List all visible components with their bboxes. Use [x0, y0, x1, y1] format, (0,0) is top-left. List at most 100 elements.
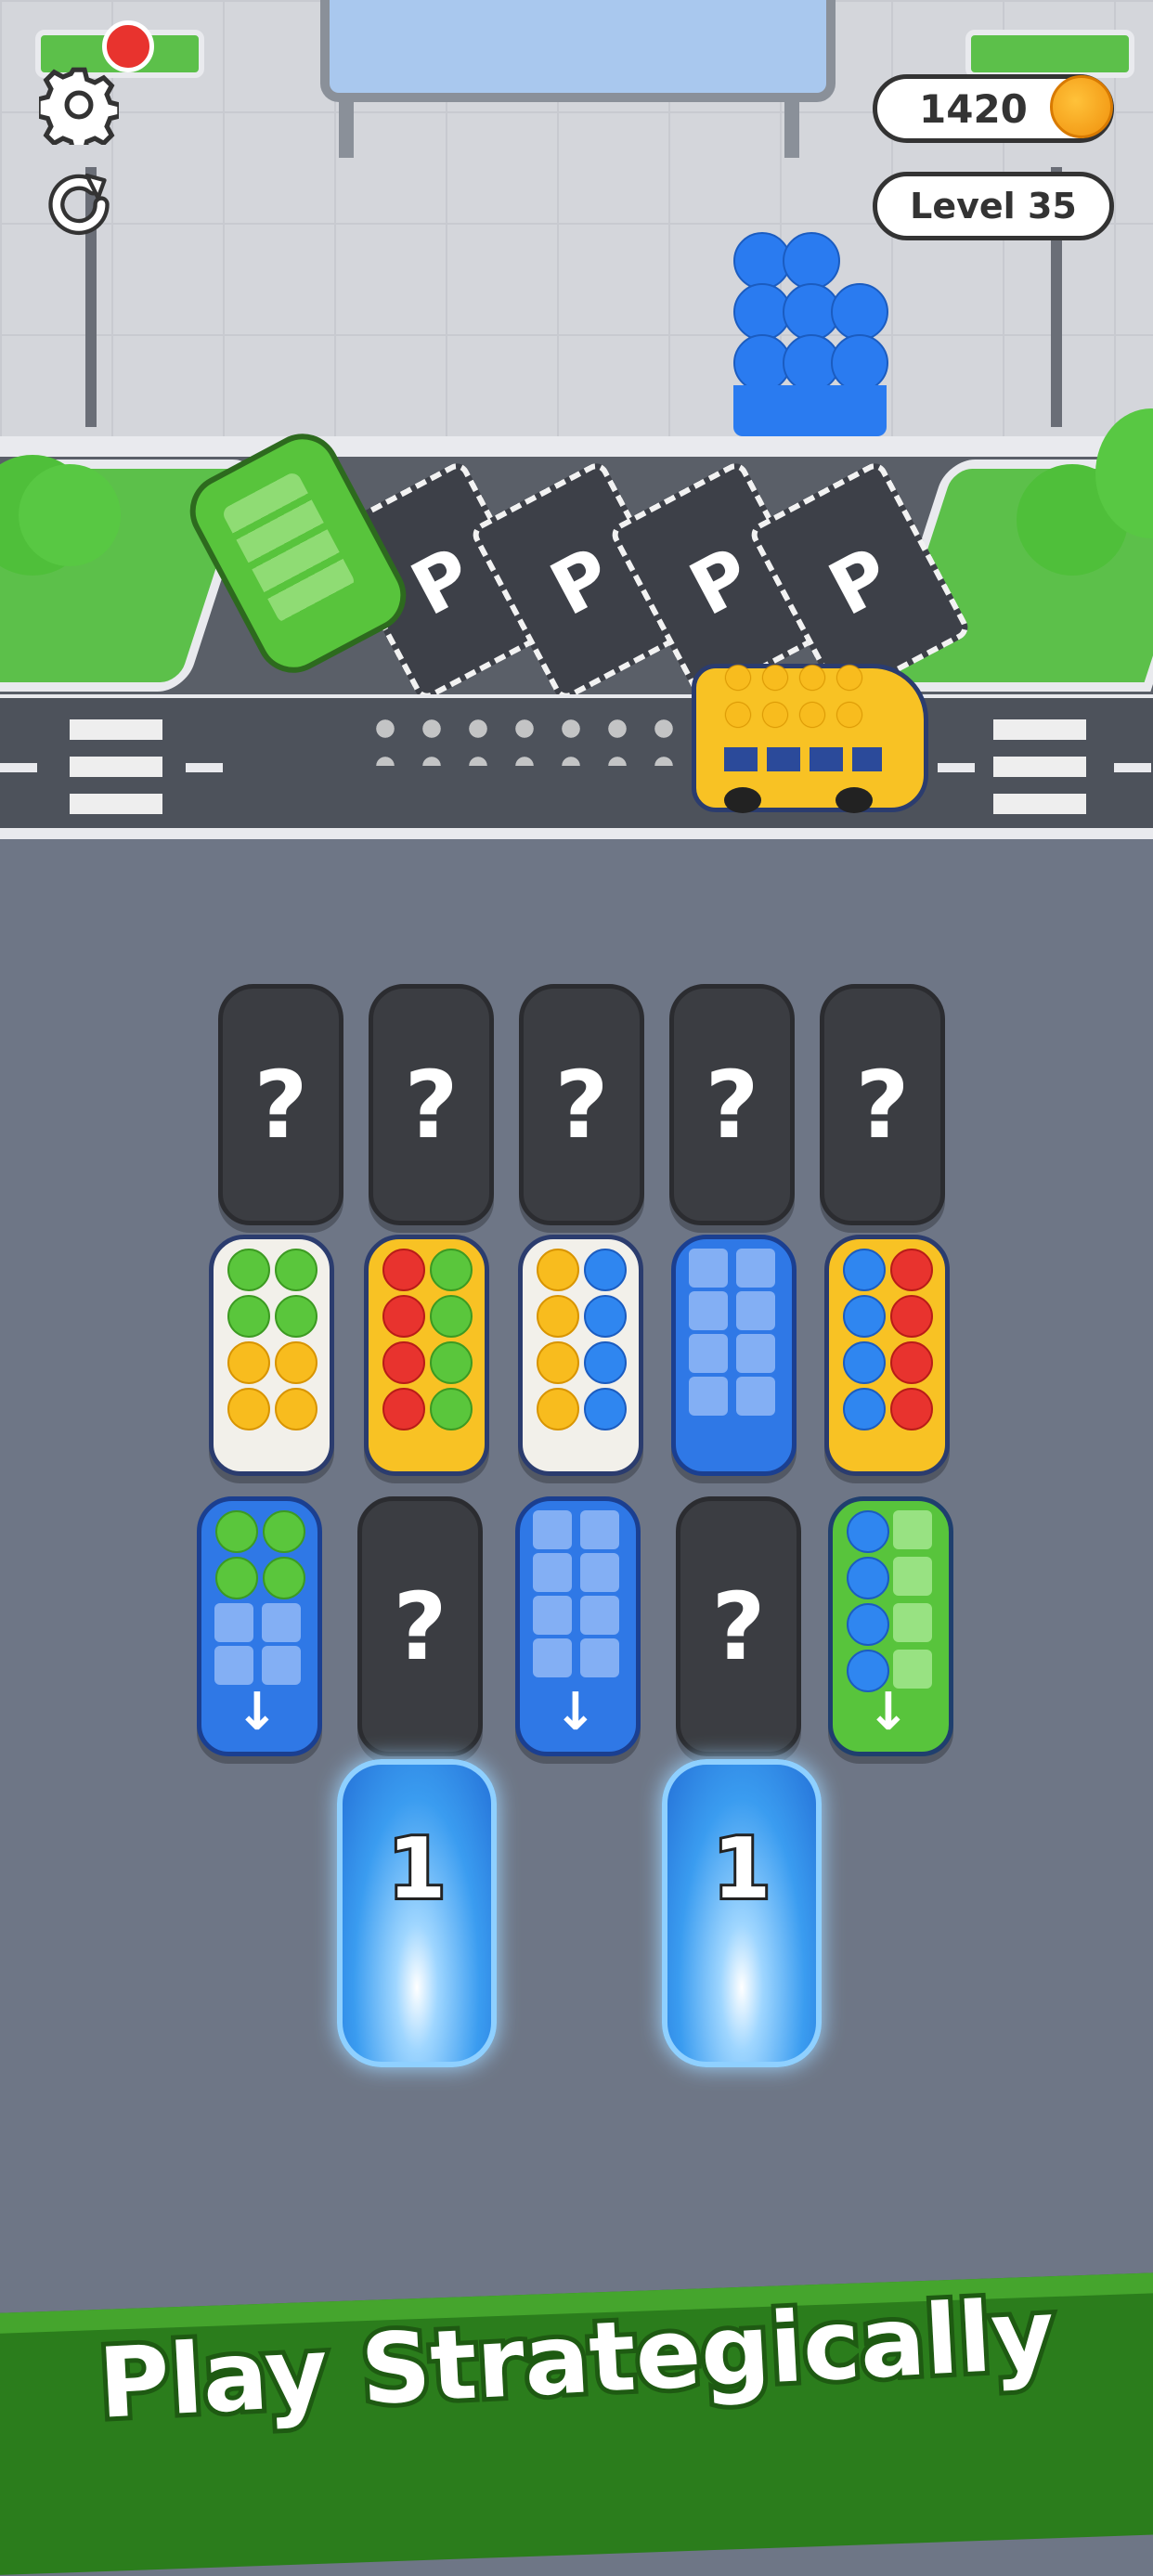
empty-seat [580, 1596, 619, 1635]
crosswalk-stripe [993, 794, 1086, 814]
passenger-green [227, 1295, 270, 1338]
mystery-car[interactable]: ? [519, 984, 644, 1225]
bus-seats [846, 1510, 937, 1692]
empty-seat [893, 1510, 932, 1549]
passenger-red [382, 1249, 425, 1291]
mystery-car[interactable]: ? [820, 984, 945, 1225]
level-indicator: Level 35 [873, 172, 1114, 240]
white-bus[interactable] [518, 1235, 643, 1476]
tree [19, 464, 121, 566]
bus-roof-windows [220, 470, 357, 626]
passenger-red [889, 1341, 933, 1384]
passenger-blue [842, 1341, 886, 1384]
road-edge [0, 828, 1153, 839]
crosswalk-stripe [70, 757, 162, 777]
mystery-car[interactable]: ? [676, 1496, 801, 1756]
passenger-green [429, 1295, 473, 1338]
passenger-red [382, 1341, 425, 1384]
empty-seat [533, 1596, 572, 1635]
empty-seat [736, 1291, 775, 1330]
empty-seat [580, 1510, 619, 1549]
parking-slot-label: P [676, 530, 765, 632]
question-mark: ? [855, 1050, 910, 1159]
question-mark: ? [554, 1050, 609, 1159]
restart-icon [48, 173, 110, 236]
empty-seat [736, 1249, 775, 1288]
passenger-yellow [274, 1341, 317, 1384]
bus-seats [842, 1249, 933, 1430]
crosswalk-stripe [993, 757, 1086, 777]
white-bus[interactable] [209, 1235, 334, 1476]
bus-seats [227, 1249, 317, 1430]
bus-seats [382, 1249, 473, 1430]
restart-button[interactable] [37, 162, 121, 246]
frozen-car[interactable]: 1 [337, 1759, 497, 2067]
passenger-red [889, 1295, 933, 1338]
lane-marking [0, 763, 37, 772]
frozen-car[interactable]: 1 [662, 1759, 822, 2067]
empty-seat [533, 1638, 572, 1677]
question-mark: ? [393, 1572, 447, 1681]
passenger-green [262, 1557, 305, 1599]
passenger-green [214, 1510, 258, 1553]
passenger-red [382, 1295, 425, 1338]
parking-slot-label: P [397, 530, 486, 632]
grass-patch [965, 30, 1134, 78]
passenger-blue [846, 1603, 889, 1646]
question-mark: ? [253, 1050, 308, 1159]
frozen-count: 1 [710, 1818, 774, 1921]
shelter-post-right [784, 93, 799, 158]
mystery-car[interactable]: ? [218, 984, 343, 1225]
mystery-car[interactable]: ? [357, 1496, 483, 1756]
yellow-bus[interactable] [364, 1235, 489, 1476]
passenger-yellow [227, 1388, 270, 1430]
down-arrow-icon: ↓ [553, 1682, 598, 1742]
blue-bus[interactable]: ↓ [515, 1496, 641, 1756]
passenger-green [262, 1510, 305, 1553]
passenger-yellow [274, 1388, 317, 1430]
exhaust-smoke [362, 710, 687, 766]
crosswalk-stripe [70, 794, 162, 814]
empty-seat [893, 1557, 932, 1596]
crosswalk-stripe [993, 719, 1086, 740]
lane-marking [186, 763, 223, 772]
empty-seat [214, 1603, 253, 1642]
passenger-green [274, 1295, 317, 1338]
curb [0, 436, 1153, 457]
bus-shelter [320, 0, 836, 102]
passenger-green [429, 1388, 473, 1430]
bus-seats [689, 1249, 780, 1416]
passenger-blue [583, 1341, 627, 1384]
lane-marking [1114, 763, 1151, 772]
coin-count: 1420 [919, 85, 1028, 132]
gear-icon [39, 67, 119, 145]
blue-bus[interactable]: ↓ [197, 1496, 322, 1756]
bus-seats [536, 1249, 627, 1430]
empty-seat [689, 1334, 728, 1373]
green-bus[interactable]: ↓ [828, 1496, 953, 1756]
passenger-blue [842, 1295, 886, 1338]
wheel [724, 787, 761, 813]
passenger-yellow [536, 1295, 579, 1338]
empty-seat [689, 1377, 728, 1416]
mystery-car[interactable]: ? [369, 984, 494, 1225]
passenger-blue [846, 1510, 889, 1553]
passenger-yellow [536, 1388, 579, 1430]
settings-button[interactable] [37, 63, 121, 147]
bus-passengers [719, 659, 868, 733]
coin-icon [1050, 75, 1113, 138]
bus-seats [533, 1510, 624, 1677]
wheel [836, 787, 873, 813]
bus-windows [724, 747, 882, 771]
coin-counter: 1420 [873, 74, 1114, 143]
question-mark: ? [711, 1572, 766, 1681]
blue-bus[interactable] [671, 1235, 797, 1476]
passenger-green [429, 1249, 473, 1291]
passenger-green [274, 1249, 317, 1291]
empty-seat [533, 1553, 572, 1592]
mystery-car[interactable]: ? [669, 984, 795, 1225]
empty-seat [580, 1553, 619, 1592]
yellow-bus[interactable] [824, 1235, 950, 1476]
empty-seat [580, 1638, 619, 1677]
departing-yellow-bus [692, 659, 928, 813]
